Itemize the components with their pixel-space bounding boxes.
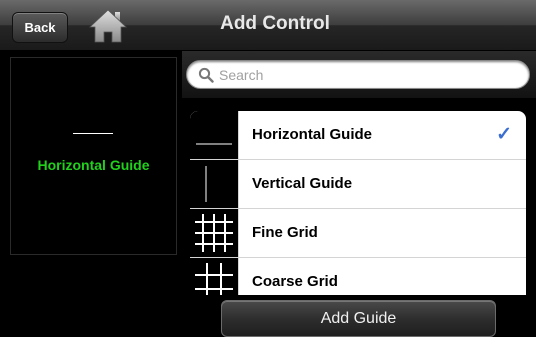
checkmark-icon: ✓ <box>496 124 512 145</box>
horizontal-line-icon <box>190 111 238 159</box>
list-item-label: Coarse Grid <box>252 273 338 290</box>
search-icon <box>198 67 214 83</box>
fine-grid-icon <box>190 209 238 257</box>
preview-guide-label: Horizontal Guide <box>37 157 150 173</box>
row-icon-cell <box>190 258 239 295</box>
row-icon-cell <box>190 111 239 159</box>
search-bar <box>182 51 536 98</box>
page-title: Add Control <box>220 13 330 34</box>
list-item-label: Fine Grid <box>252 224 318 241</box>
coarse-grid-icon <box>190 258 238 295</box>
list-item-coarse-grid[interactable]: Coarse Grid <box>190 258 526 295</box>
guide-list: Horizontal Guide ✓ Vertical Guide Fine G… <box>190 111 526 295</box>
list-item-label: Vertical Guide <box>252 175 353 192</box>
list-item-label: Horizontal Guide <box>252 126 372 143</box>
preview-guide-line <box>73 133 113 134</box>
back-button[interactable]: Back <box>12 12 68 43</box>
list-item-vertical-guide[interactable]: Vertical Guide <box>190 160 526 209</box>
search-input[interactable] <box>219 64 519 86</box>
home-icon[interactable] <box>88 8 128 44</box>
row-icon-cell <box>190 209 239 257</box>
vertical-line-icon <box>190 160 238 208</box>
list-item-fine-grid[interactable]: Fine Grid <box>190 209 526 258</box>
list-item-horizontal-guide[interactable]: Horizontal Guide ✓ <box>190 111 526 160</box>
add-guide-button[interactable]: Add Guide <box>221 300 496 337</box>
guide-preview-panel: Horizontal Guide <box>10 57 177 255</box>
navigation-bar: Back Add Control <box>0 0 536 51</box>
row-icon-cell <box>190 160 239 208</box>
search-field[interactable] <box>186 60 530 89</box>
